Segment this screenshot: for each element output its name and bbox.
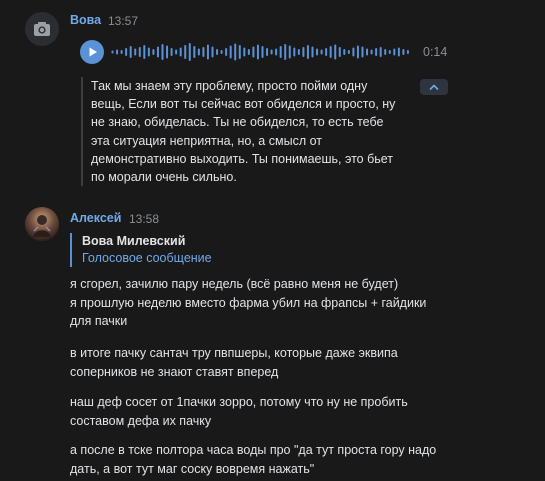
waveform-bar — [220, 50, 223, 54]
waveform-bar — [325, 48, 328, 56]
waveform-bar — [202, 47, 205, 57]
play-button[interactable] — [80, 40, 104, 64]
waveform-bar — [288, 45, 291, 59]
waveform-bar — [293, 47, 296, 57]
waveform-bar — [138, 47, 141, 57]
waveform-bar — [347, 50, 350, 54]
message-text: а после в тске полтора часа воды про "да… — [70, 443, 437, 476]
voice-waveform[interactable] — [111, 41, 411, 63]
waveform-bar — [393, 48, 396, 56]
waveform-bar — [384, 49, 387, 55]
camera-icon — [34, 22, 50, 36]
waveform-bar — [234, 43, 237, 61]
waveform-bar — [370, 49, 373, 55]
reply-quote[interactable]: Вова Милевский Голосовое сообщение — [70, 233, 212, 267]
avatar-vova[interactable] — [25, 12, 59, 46]
waveform-bar — [361, 46, 364, 58]
chevron-up-icon — [429, 84, 439, 90]
waveform-bar — [397, 47, 400, 57]
voice-duration: 0:14 — [423, 45, 448, 59]
waveform-bar — [238, 45, 241, 59]
waveform-bar — [256, 44, 259, 60]
waveform-bar — [306, 45, 309, 59]
waveform-bar — [388, 50, 391, 54]
message-author[interactable]: Вова — [70, 13, 101, 27]
waveform-bar — [366, 48, 369, 56]
reply-text: Голосовое сообщение — [82, 251, 212, 265]
waveform-bar — [379, 47, 382, 57]
message-time[interactable]: 13:57 — [108, 14, 138, 28]
waveform-bar — [302, 47, 305, 57]
waveform-bar — [343, 49, 346, 55]
message-text: в итоге пачку сантач тру пвпшеры, которы… — [70, 346, 398, 379]
user-photo-icon — [25, 207, 59, 241]
waveform-bar — [252, 46, 255, 58]
waveform-bar — [229, 45, 232, 59]
play-icon — [89, 47, 97, 57]
waveform-bar — [329, 46, 332, 58]
voice-transcript: Так мы знаем эту проблему, просто пойми … — [81, 77, 421, 187]
waveform-bar — [247, 49, 250, 55]
collapse-transcript-button[interactable] — [420, 79, 448, 95]
waveform-bar — [179, 47, 182, 57]
waveform-bar — [316, 48, 319, 56]
avatar-alexey[interactable] — [25, 207, 59, 241]
message-text: наш деф сосет от 1пачки зорро, потому чт… — [70, 395, 408, 428]
waveform-bar — [402, 49, 405, 55]
waveform-bar — [156, 46, 159, 58]
chat-history: Вова 13:57 0:14 Так мы знаем эту проблем… — [0, 0, 545, 481]
waveform-bar — [161, 44, 164, 60]
waveform-bar — [206, 44, 209, 60]
waveform-bar — [311, 46, 314, 58]
waveform-bar — [275, 48, 278, 56]
waveform-bar — [116, 49, 119, 55]
message-author[interactable]: Алексей — [70, 211, 121, 225]
waveform-bar — [284, 44, 287, 60]
waveform-bar — [243, 47, 246, 57]
waveform-bar — [166, 45, 169, 59]
waveform-bar — [338, 47, 341, 57]
waveform-bar — [279, 46, 282, 58]
waveform-bar — [193, 46, 196, 58]
waveform-bar — [352, 47, 355, 57]
waveform-bar — [270, 49, 273, 55]
waveform-bar — [188, 43, 191, 61]
waveform-bar — [261, 46, 264, 58]
waveform-bar — [225, 48, 228, 56]
waveform-bar — [216, 49, 219, 55]
waveform-bar — [211, 46, 214, 58]
waveform-bar — [175, 49, 178, 55]
waveform-bar — [120, 50, 123, 54]
waveform-bar — [170, 48, 173, 56]
message-time[interactable]: 13:58 — [129, 212, 159, 226]
waveform-bar — [129, 46, 132, 58]
waveform-bar — [134, 48, 137, 56]
waveform-bar — [111, 50, 114, 54]
waveform-bar — [266, 48, 269, 56]
waveform-bar — [125, 48, 128, 56]
waveform-bar — [184, 45, 187, 59]
waveform-bar — [320, 49, 323, 55]
waveform-bar — [197, 48, 200, 56]
reply-author: Вова Милевский — [82, 234, 186, 248]
waveform-bar — [152, 49, 155, 55]
message-text: я сгорел, зачилю пару недель (всё равно … — [70, 277, 427, 328]
waveform-bar — [143, 45, 146, 59]
waveform-bar — [147, 47, 150, 57]
waveform-bar — [356, 45, 359, 59]
waveform-bar — [334, 44, 337, 60]
waveform-bar — [297, 49, 300, 55]
waveform-bar — [375, 48, 378, 56]
waveform-bar — [406, 50, 409, 54]
